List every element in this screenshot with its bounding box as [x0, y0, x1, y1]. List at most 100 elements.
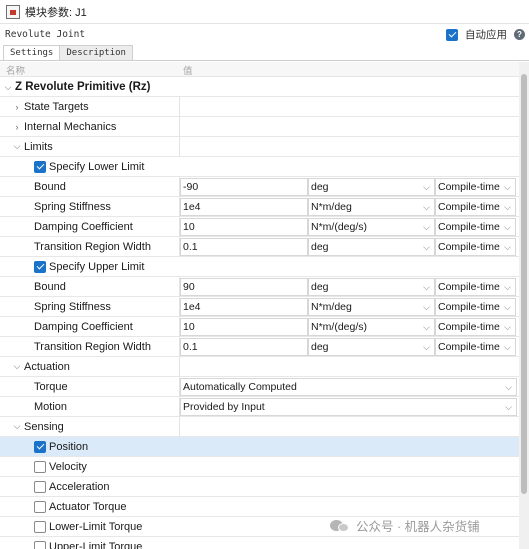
unit-dropdown[interactable]: deg ⌵	[308, 278, 435, 296]
actuator-torque-checkbox[interactable]	[34, 500, 46, 513]
runtime-dropdown[interactable]: Compile-time ⌵	[435, 238, 516, 256]
param-label: Spring Stiffness	[0, 297, 180, 316]
unit-dropdown[interactable]: N*m/(deg/s) ⌵	[308, 218, 435, 236]
runtime-dropdown[interactable]: Compile-time ⌵	[435, 198, 516, 216]
checkbox-label: Acceleration	[49, 480, 110, 493]
param-label: Bound	[0, 177, 180, 196]
param-row-torque: Torque Automatically Computed ⌵	[0, 377, 519, 397]
unit-dropdown[interactable]: deg ⌵	[308, 238, 435, 256]
param-label: Damping Coefficient	[0, 217, 180, 236]
block-type-bar: Revolute Joint 自动应用 ?	[0, 25, 529, 44]
torque-dropdown[interactable]: Automatically Computed ⌵	[180, 378, 517, 396]
tab-settings[interactable]: Settings	[3, 45, 61, 60]
group-row-sensing[interactable]: ⌵ Sensing	[0, 417, 519, 437]
lower-limit-torque-checkbox[interactable]	[34, 520, 46, 533]
chevron-down-icon: ⌵	[505, 382, 512, 392]
group-label: Actuation	[24, 360, 70, 373]
group-row-state-targets[interactable]: › State Targets	[0, 97, 519, 117]
chevron-down-icon[interactable]: ⌵	[12, 361, 22, 372]
checkbox-label: Specify Lower Limit	[49, 160, 145, 173]
unit-dropdown[interactable]: N*m/(deg/s) ⌵	[308, 318, 435, 336]
param-row-lower-transition-width: Transition Region Width 0.1 deg ⌵ Compile…	[0, 237, 519, 257]
group-row-internal-mechanics[interactable]: › Internal Mechanics	[0, 117, 519, 137]
group-label: Sensing	[24, 420, 64, 433]
value-input[interactable]: 0.1	[180, 238, 308, 256]
position-checkbox[interactable]	[34, 440, 46, 453]
tab-description[interactable]: Description	[59, 45, 133, 60]
column-name-header: 名称	[6, 66, 26, 77]
column-header: 名称 值	[0, 62, 519, 77]
value-input[interactable]: 10	[180, 218, 308, 236]
unit-dropdown[interactable]: N*m/deg ⌵	[308, 298, 435, 316]
value-input[interactable]: 10	[180, 318, 308, 336]
value-input[interactable]: 90	[180, 278, 308, 296]
sensing-row-acceleration[interactable]: Acceleration	[0, 477, 519, 497]
chevron-down-icon: ⌵	[423, 302, 430, 312]
specify-lower-limit-checkbox[interactable]	[34, 160, 46, 173]
unit-dropdown[interactable]: N*m/deg ⌵	[308, 198, 435, 216]
sensing-row-upper-limit-torque[interactable]: Upper-Limit Torque	[0, 537, 519, 549]
sensing-row-position[interactable]: Position	[0, 437, 519, 457]
param-row-lower-bound: Bound -90 deg ⌵ Compile-time ⌵	[0, 177, 519, 197]
param-row-upper-spring-stiffness: Spring Stiffness 1e4 N*m/deg ⌵ Compile-ti…	[0, 297, 519, 317]
chevron-right-icon[interactable]: ›	[12, 102, 22, 112]
sensing-row-actuator-torque[interactable]: Actuator Torque	[0, 497, 519, 517]
param-label: Bound	[0, 277, 180, 296]
chevron-down-icon: ⌵	[504, 302, 511, 312]
param-label: Transition Region Width	[0, 337, 180, 356]
chevron-down-icon[interactable]: ⌵	[3, 82, 13, 93]
vertical-scrollbar[interactable]	[519, 62, 529, 549]
acceleration-checkbox[interactable]	[34, 480, 46, 493]
checkbox-label: Position	[49, 440, 89, 453]
value-input[interactable]: 1e4	[180, 298, 308, 316]
sensing-row-velocity[interactable]: Velocity	[0, 457, 519, 477]
chevron-right-icon[interactable]: ›	[12, 122, 22, 132]
param-row-lower-damping-coefficient: Damping Coefficient 10 N*m/(deg/s) ⌵ Comp…	[0, 217, 519, 237]
unit-dropdown[interactable]: deg ⌵	[308, 338, 435, 356]
value-input[interactable]: 0.1	[180, 338, 308, 356]
title-bar: 模块参数: J1	[0, 0, 529, 24]
group-row-limits[interactable]: ⌵ Limits	[0, 137, 519, 157]
specify-upper-limit-checkbox[interactable]	[34, 260, 46, 273]
checkbox-label: Actuator Torque	[49, 500, 127, 513]
auto-apply-checkbox[interactable]	[446, 28, 458, 41]
section-row[interactable]: ⌵ Z Revolute Primitive (Rz)	[0, 78, 519, 97]
unit-dropdown[interactable]: deg ⌵	[308, 178, 435, 196]
group-row-actuation[interactable]: ⌵ Actuation	[0, 357, 519, 377]
scrollbar-thumb[interactable]	[521, 74, 527, 494]
section-title: Z Revolute Primitive (Rz)	[15, 81, 151, 93]
watermark-text: 公众号 · 机器人杂货铺	[356, 520, 480, 534]
help-icon[interactable]: ?	[514, 29, 525, 40]
chevron-down-icon[interactable]: ⌵	[12, 421, 22, 432]
auto-apply-toggle[interactable]: 自动应用 ?	[446, 27, 525, 42]
runtime-dropdown[interactable]: Compile-time ⌵	[435, 298, 516, 316]
column-value-header: 值	[183, 66, 193, 77]
runtime-dropdown[interactable]: Compile-time ⌵	[435, 178, 516, 196]
chevron-down-icon: ⌵	[423, 342, 430, 352]
upper-limit-torque-checkbox[interactable]	[34, 540, 46, 549]
runtime-dropdown[interactable]: Compile-time ⌵	[435, 278, 516, 296]
chevron-down-icon[interactable]: ⌵	[12, 141, 22, 152]
checkbox-row-lower-limit[interactable]: Specify Lower Limit	[0, 157, 519, 177]
param-label: Motion	[0, 397, 180, 416]
value-input[interactable]: -90	[180, 178, 308, 196]
motion-dropdown[interactable]: Provided by Input ⌵	[180, 398, 517, 416]
wechat-icon	[330, 518, 350, 534]
chevron-down-icon: ⌵	[423, 202, 430, 212]
block-parameters-icon	[6, 4, 20, 19]
chevron-down-icon: ⌵	[504, 182, 511, 192]
value-input[interactable]: 1e4	[180, 198, 308, 216]
chevron-down-icon: ⌵	[504, 202, 511, 212]
chevron-down-icon: ⌵	[504, 342, 511, 352]
velocity-checkbox[interactable]	[34, 460, 46, 473]
runtime-dropdown[interactable]: Compile-time ⌵	[435, 218, 516, 236]
chevron-down-icon: ⌵	[423, 282, 430, 292]
param-label: Transition Region Width	[0, 237, 180, 256]
checkbox-row-upper-limit[interactable]: Specify Upper Limit	[0, 257, 519, 277]
runtime-dropdown[interactable]: Compile-time ⌵	[435, 338, 516, 356]
chevron-down-icon: ⌵	[504, 322, 511, 332]
runtime-dropdown[interactable]: Compile-time ⌵	[435, 318, 516, 336]
param-row-motion: Motion Provided by Input ⌵	[0, 397, 519, 417]
param-row-upper-bound: Bound 90 deg ⌵ Compile-time ⌵	[0, 277, 519, 297]
tab-bar: Settings Description	[0, 45, 529, 61]
